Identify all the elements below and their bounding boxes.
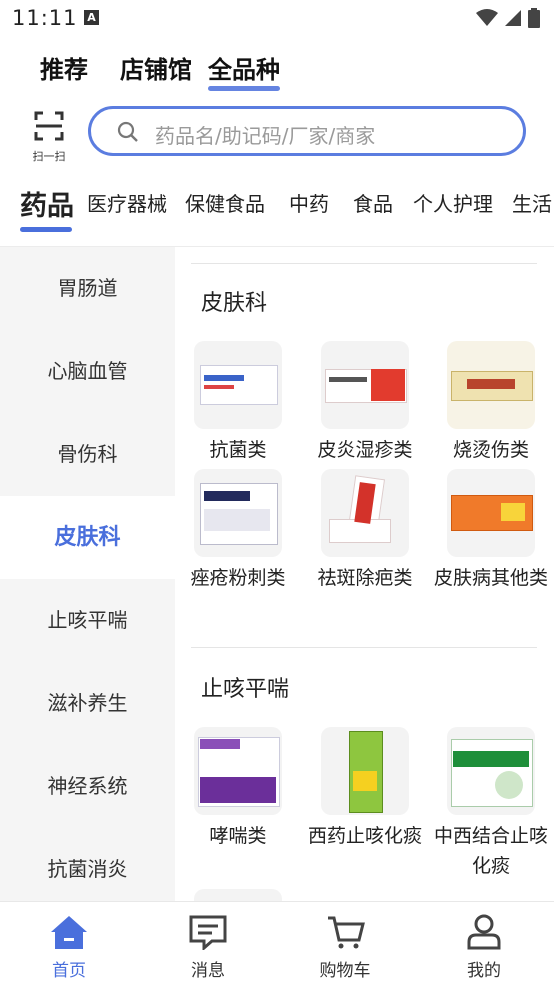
section-divider: [191, 647, 537, 648]
category-chinese-medicine[interactable]: 中药: [289, 188, 329, 217]
product-image: [194, 889, 282, 901]
product-image: [321, 341, 409, 429]
product-label: 抗菌类: [209, 439, 267, 461]
tab-me-label: 我的: [467, 961, 501, 981]
sidebar-item-nervous[interactable]: 神经系统: [0, 745, 175, 828]
category-medical-devices[interactable]: 医疗器械: [87, 188, 167, 217]
product-item[interactable]: 皮肤病其他类: [429, 469, 553, 593]
bottom-tab-bar: 首页 消息 购物车 我的: [0, 901, 554, 986]
status-bar: 11:11 A: [0, 0, 554, 38]
top-nav: 推荐 店铺馆 全品种: [0, 50, 554, 94]
sidebar-item-gastro[interactable]: 胃肠道: [0, 247, 175, 330]
signal-icon: [505, 10, 521, 26]
product-item[interactable]: 祛斑除疤类: [303, 469, 427, 593]
product-label: 烧烫伤类: [452, 439, 529, 461]
category-active-indicator: [20, 227, 72, 232]
product-label: 皮肤病其他类: [433, 567, 548, 589]
status-time: 11:11: [12, 6, 78, 30]
category-personal-care[interactable]: 个人护理: [413, 188, 493, 217]
product-image: [447, 727, 535, 815]
tab-cart[interactable]: 购物车: [300, 914, 390, 981]
product-label: 西药止咳化痰: [307, 825, 422, 847]
home-icon: [51, 916, 87, 949]
tab-recommend[interactable]: 推荐: [40, 50, 88, 85]
search-input[interactable]: 药品名/助记码/厂家/商家: [88, 106, 526, 156]
section-title: 皮肤科: [201, 291, 268, 316]
product-image: [194, 341, 282, 429]
section-divider: [191, 263, 537, 264]
tab-messages-label: 消息: [191, 961, 225, 981]
sidebar-item-orthopedics[interactable]: 骨伤科: [0, 413, 175, 496]
product-label: 哮喘类: [209, 825, 267, 847]
product-item[interactable]: 中西结合止咳化痰: [429, 727, 553, 881]
tab-me[interactable]: 我的: [439, 914, 529, 981]
tab-messages[interactable]: 消息: [163, 914, 253, 981]
message-icon: [189, 915, 227, 952]
section-title: 止咳平喘: [201, 677, 290, 702]
product-image: [194, 469, 282, 557]
product-image: [447, 469, 535, 557]
status-icons: [476, 8, 540, 28]
product-image: [321, 727, 409, 815]
tab-shops[interactable]: 店铺馆: [120, 50, 192, 85]
product-item[interactable]: 哮喘类: [176, 727, 300, 851]
scan-icon: [34, 111, 64, 141]
battery-icon: [528, 8, 540, 28]
tab-all-products[interactable]: 全品种: [208, 50, 280, 91]
product-label: 中西结合止咳化痰: [433, 825, 548, 877]
search-placeholder: 药品名/助记码/厂家/商家: [155, 124, 376, 148]
category-food[interactable]: 食品: [353, 188, 393, 217]
category-life[interactable]: 生活: [512, 188, 552, 217]
scan-button[interactable]: 扫一扫: [26, 110, 72, 163]
product-list: 皮肤科 抗菌类 皮炎湿疹类 烧烫伤类 痤疮粉刺类 祛斑除疤类 皮肤病其他类 止咳…: [175, 247, 554, 901]
product-label: 痤疮粉刺类: [190, 567, 286, 589]
product-label: 皮炎湿疹类: [317, 439, 413, 461]
product-image: [447, 341, 535, 429]
tab-home[interactable]: 首页: [24, 914, 114, 981]
product-item[interactable]: 烧烫伤类: [429, 341, 553, 465]
cart-icon: [328, 916, 365, 949]
sidebar-item-dermatology[interactable]: 皮肤科: [0, 496, 175, 579]
product-item[interactable]: 皮炎湿疹类: [303, 341, 427, 465]
product-item[interactable]: [176, 889, 300, 901]
sidebar-item-cardio[interactable]: 心脑血管: [0, 330, 175, 413]
sidebar-item-cough[interactable]: 止咳平喘: [0, 579, 175, 662]
notification-icon: A: [84, 10, 99, 25]
sidebar: 胃肠道 心脑血管 骨伤科 皮肤科 止咳平喘 滋补养生 神经系统 抗菌消炎: [0, 247, 175, 901]
category-tabs: 药品 医疗器械 保健食品 中药 食品 个人护理 生活: [0, 180, 554, 236]
category-drugs[interactable]: 药品: [20, 184, 74, 223]
tab-cart-label: 购物车: [319, 961, 371, 981]
product-image: [321, 469, 409, 557]
product-item[interactable]: 西药止咳化痰: [303, 727, 427, 851]
sidebar-item-antibacterial[interactable]: 抗菌消炎: [0, 828, 175, 911]
search-icon: [117, 121, 138, 142]
sidebar-item-nourishing[interactable]: 滋补养生: [0, 662, 175, 745]
tab-home-label: 首页: [52, 961, 86, 981]
product-item[interactable]: 抗菌类: [176, 341, 300, 465]
user-icon: [467, 914, 501, 950]
product-item[interactable]: 痤疮粉刺类: [176, 469, 300, 593]
product-label: 祛斑除疤类: [317, 567, 413, 589]
product-image: [194, 727, 282, 815]
wifi-icon: [476, 9, 498, 26]
category-health-food[interactable]: 保健食品: [185, 188, 265, 217]
scan-label: 扫一扫: [32, 150, 66, 163]
